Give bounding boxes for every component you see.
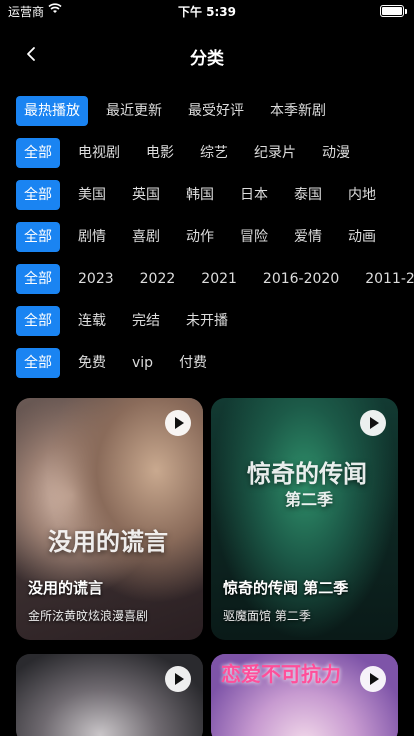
filter-row-status: 全部 连载 完结 未开播 bbox=[16, 306, 414, 336]
filter-chip-region[interactable]: 泰国 bbox=[286, 180, 330, 210]
filter-chip-region[interactable]: 全部 bbox=[16, 180, 60, 210]
nav-bar: 分类 bbox=[0, 38, 414, 72]
filter-chip-type[interactable]: 电视剧 bbox=[70, 138, 128, 168]
card-title: 没用的谎言 bbox=[28, 579, 104, 597]
filter-chip-genre[interactable]: 剧情 bbox=[70, 222, 114, 252]
filter-chip-sort[interactable]: 最热播放 bbox=[16, 96, 88, 126]
filter-chip-sort[interactable]: 最近更新 bbox=[98, 96, 170, 126]
filter-chip-genre[interactable]: 动作 bbox=[178, 222, 222, 252]
video-card[interactable]: 恋爱不可抗力 bbox=[211, 654, 398, 736]
filter-chip-year[interactable]: 2016-2020 bbox=[255, 264, 347, 294]
filter-chip-fee[interactable]: vip bbox=[124, 348, 161, 378]
filter-chip-genre[interactable]: 动画 bbox=[340, 222, 384, 252]
filter-chip-genre[interactable]: 全部 bbox=[16, 222, 60, 252]
video-card[interactable]: 惊奇的传闻 第二季 惊奇的传闻 第二季 驱魔面馆 第二季 bbox=[211, 398, 398, 640]
filter-chip-fee[interactable]: 全部 bbox=[16, 348, 60, 378]
filter-chip-genre[interactable]: 喜剧 bbox=[124, 222, 168, 252]
filter-chip-sort[interactable]: 本季新剧 bbox=[262, 96, 334, 126]
filter-row-region: 全部 美国 英国 韩国 日本 泰国 内地 bbox=[16, 180, 414, 210]
filter-chip-status[interactable]: 完结 bbox=[124, 306, 168, 336]
filter-chip-type[interactable]: 全部 bbox=[16, 138, 60, 168]
poster-title-art: 恋爱不可抗力 bbox=[221, 662, 341, 686]
clock: 下午 5:39 bbox=[177, 5, 237, 19]
filter-chip-year[interactable]: 2023 bbox=[70, 264, 122, 294]
filter-row-genre: 全部 剧情 喜剧 动作 冒险 爱情 动画 bbox=[16, 222, 414, 252]
filter-chip-region[interactable]: 韩国 bbox=[178, 180, 222, 210]
filter-chip-year[interactable]: 2022 bbox=[132, 264, 184, 294]
poster-subtitle-art: 第二季 bbox=[285, 490, 334, 509]
filter-chip-year[interactable]: 全部 bbox=[16, 264, 60, 294]
play-icon[interactable] bbox=[360, 666, 386, 692]
poster-title-art: 没用的谎言 bbox=[48, 528, 168, 556]
card-subtitle: 驱魔面馆 第二季 bbox=[223, 609, 311, 623]
filter-chip-genre[interactable]: 爱情 bbox=[286, 222, 330, 252]
filter-row-type: 全部 电视剧 电影 综艺 纪录片 动漫 bbox=[16, 138, 414, 168]
filter-chip-status[interactable]: 连载 bbox=[70, 306, 114, 336]
filter-chip-year[interactable]: 2021 bbox=[193, 264, 245, 294]
filter-row-year: 全部 2023 2022 2021 2016-2020 2011-2 bbox=[16, 264, 414, 294]
video-card[interactable]: 没用的谎言 没用的谎言 金所泫黄旼炫浪漫喜剧 bbox=[16, 398, 203, 640]
status-bar: 运营商 下午 5:39 bbox=[0, 0, 414, 22]
play-icon[interactable] bbox=[360, 410, 386, 436]
filter-chip-region[interactable]: 英国 bbox=[124, 180, 168, 210]
filter-chip-type[interactable]: 综艺 bbox=[192, 138, 236, 168]
filter-chip-type[interactable]: 动漫 bbox=[314, 138, 358, 168]
play-icon[interactable] bbox=[165, 410, 191, 436]
battery-icon bbox=[380, 5, 407, 17]
card-title: 惊奇的传闻 第二季 bbox=[223, 579, 349, 597]
poster-title-art: 惊奇的传闻 bbox=[247, 460, 367, 488]
filter-chip-region[interactable]: 美国 bbox=[70, 180, 114, 210]
filter-row-fee: 全部 免费 vip 付费 bbox=[16, 348, 414, 378]
filter-chip-region[interactable]: 日本 bbox=[232, 180, 276, 210]
filter-chip-status[interactable]: 全部 bbox=[16, 306, 60, 336]
filter-chip-genre[interactable]: 冒险 bbox=[232, 222, 276, 252]
filter-chip-region[interactable]: 内地 bbox=[340, 180, 384, 210]
filter-chip-fee[interactable]: 免费 bbox=[70, 348, 114, 378]
play-icon[interactable] bbox=[165, 666, 191, 692]
filter-row-sort: 最热播放 最近更新 最受好评 本季新剧 bbox=[16, 96, 414, 126]
filter-chip-status[interactable]: 未开播 bbox=[178, 306, 236, 336]
filter-chip-year[interactable]: 2011-2 bbox=[357, 264, 414, 294]
page-title: 分类 bbox=[190, 49, 224, 69]
card-subtitle: 金所泫黄旼炫浪漫喜剧 bbox=[28, 609, 149, 623]
video-card[interactable] bbox=[16, 654, 203, 736]
filter-chip-type[interactable]: 电影 bbox=[138, 138, 182, 168]
filter-chip-fee[interactable]: 付费 bbox=[171, 348, 215, 378]
filter-chip-sort[interactable]: 最受好评 bbox=[180, 96, 252, 126]
filter-chip-type[interactable]: 纪录片 bbox=[246, 138, 304, 168]
